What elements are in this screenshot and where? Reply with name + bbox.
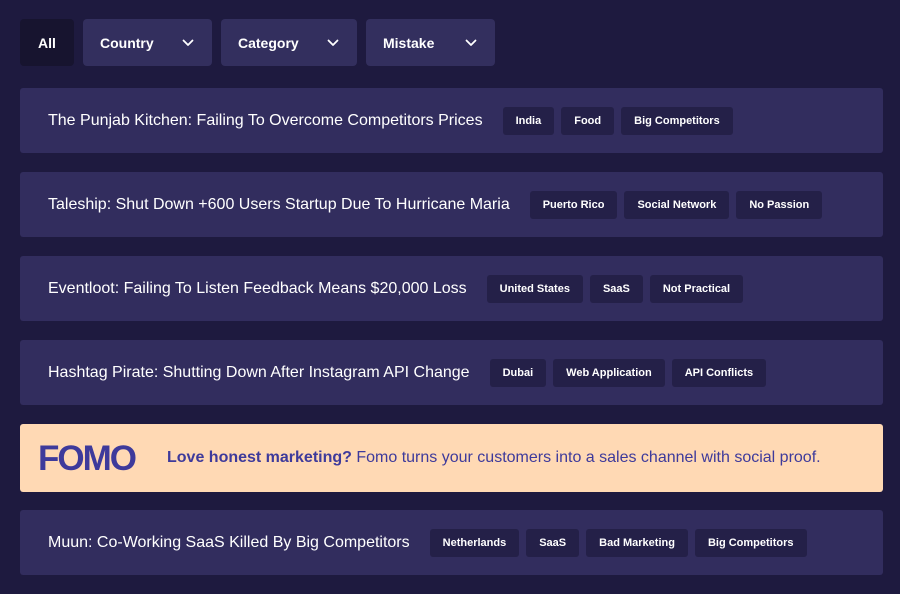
tag-mistake[interactable]: API Conflicts [671, 358, 767, 387]
tag-mistake[interactable]: Big Competitors [694, 528, 807, 557]
tag-category[interactable]: Web Application [553, 358, 665, 387]
filter-category-label: Category [238, 34, 299, 51]
filter-all-button[interactable]: All [20, 19, 74, 66]
story-title[interactable]: Muun: Co-Working SaaS Killed By Big Comp… [48, 534, 410, 552]
tag-country[interactable]: Dubai [489, 358, 547, 387]
filter-all-label: All [38, 34, 56, 51]
story-title[interactable]: Taleship: Shut Down +600 Users Startup D… [48, 196, 510, 214]
tag-list: Netherlands SaaS Bad Marketing Big Compe… [429, 528, 814, 557]
story-row[interactable]: Taleship: Shut Down +600 Users Startup D… [20, 172, 883, 237]
tag-category[interactable]: Social Network [624, 190, 730, 219]
tag-category[interactable]: Food [561, 106, 615, 135]
filter-mistake-label: Mistake [383, 34, 435, 51]
story-title[interactable]: Eventloot: Failing To Listen Feedback Me… [48, 280, 467, 298]
filter-country-label: Country [100, 34, 154, 51]
tag-category[interactable]: SaaS [526, 528, 580, 557]
tag-list: India Food Big Competitors [502, 106, 740, 135]
tag-category[interactable]: SaaS [589, 274, 643, 303]
tag-mistake[interactable]: Not Practical [649, 274, 744, 303]
fomo-logo: FOMO [38, 441, 138, 475]
story-list: The Punjab Kitchen: Failing To Overcome … [20, 88, 883, 594]
tag-country[interactable]: Puerto Rico [529, 190, 618, 219]
tag-list: Puerto Rico Social Network No Passion [529, 190, 830, 219]
tag-list: United States SaaS Not Practical [486, 274, 750, 303]
chevron-down-icon [181, 36, 195, 50]
filter-country-dropdown[interactable]: Country [83, 19, 212, 66]
story-title[interactable]: The Punjab Kitchen: Failing To Overcome … [48, 112, 483, 130]
ad-headline: Love honest marketing? [167, 449, 352, 466]
filter-category-dropdown[interactable]: Category [221, 19, 357, 66]
tag-mistake[interactable]: No Passion [736, 190, 823, 219]
story-row[interactable]: Hashtag Pirate: Shutting Down After Inst… [20, 340, 883, 405]
story-row[interactable]: Eventloot: Failing To Listen Feedback Me… [20, 256, 883, 321]
story-title[interactable]: Hashtag Pirate: Shutting Down After Inst… [48, 364, 470, 382]
fomo-ad-banner[interactable]: FOMO Love honest marketing? Fomo turns y… [20, 424, 883, 492]
chevron-down-icon [326, 36, 340, 50]
filter-mistake-dropdown[interactable]: Mistake [366, 19, 495, 66]
chevron-down-icon [464, 36, 478, 50]
tag-mistake[interactable]: Bad Marketing [586, 528, 688, 557]
tag-list: Dubai Web Application API Conflicts [489, 358, 774, 387]
svg-text:FOMO: FOMO [38, 441, 136, 475]
story-row[interactable]: Muun: Co-Working SaaS Killed By Big Comp… [20, 510, 883, 575]
filter-bar: All Country Category Mistake [20, 19, 495, 66]
tag-mistake[interactable]: Big Competitors [621, 106, 733, 135]
story-row[interactable]: The Punjab Kitchen: Failing To Overcome … [20, 88, 883, 153]
tag-country[interactable]: India [502, 106, 555, 135]
ad-text[interactable]: Love honest marketing? Fomo turns your c… [167, 449, 821, 467]
tag-country[interactable]: Netherlands [429, 528, 520, 557]
ad-body: Fomo turns your customers into a sales c… [351, 449, 821, 466]
tag-country[interactable]: United States [486, 274, 583, 303]
